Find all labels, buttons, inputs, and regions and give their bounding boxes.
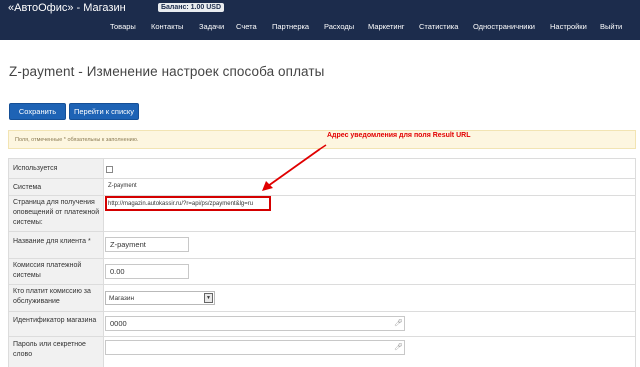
field-label: Название для клиента * xyxy=(8,232,104,258)
shop-id-input[interactable]: 0000 🎤︎ xyxy=(105,316,405,331)
main-nav: Товары Контакты Задачи Счета Партнерка Р… xyxy=(0,22,640,36)
nav-item-contacts[interactable]: Контакты xyxy=(151,22,183,31)
go-to-list-button[interactable]: Перейти к списку xyxy=(69,103,139,120)
notice-text: Поля, отмеченные * обязательны к заполне… xyxy=(15,137,139,143)
field-label: Идентификатор магазина xyxy=(8,312,104,336)
form-row-shop-id: Идентификатор магазина 0000 🎤︎ xyxy=(8,312,636,337)
nav-item-expenses[interactable]: Расходы xyxy=(324,22,354,31)
form-row-commission: Комиссия платежной системы 0.00 xyxy=(8,259,636,285)
secret-input[interactable]: 🎤︎ xyxy=(105,340,405,355)
nav-item-products[interactable]: Товары xyxy=(110,22,136,31)
url-highlight-box xyxy=(105,196,271,211)
nav-item-landing-pages[interactable]: Одностраничники xyxy=(473,22,535,31)
nav-item-tasks[interactable]: Задачи xyxy=(199,22,224,31)
save-button[interactable]: Сохранить xyxy=(9,103,66,120)
settings-form: Используется Система Z-payment Страница … xyxy=(8,158,636,367)
nav-item-statistics[interactable]: Статистика xyxy=(419,22,458,31)
form-row-system: Система Z-payment xyxy=(8,179,636,196)
annotation-label: Адрес уведомления для поля Result URL xyxy=(327,132,471,139)
nav-item-affiliate[interactable]: Партнерка xyxy=(272,22,309,31)
form-row-used: Используется xyxy=(8,159,636,179)
nav-item-settings[interactable]: Настройки xyxy=(550,22,587,31)
field-label: Система xyxy=(8,179,104,195)
commission-input[interactable]: 0.00 xyxy=(105,264,189,279)
commission-payer-select[interactable]: Магазин ▼ xyxy=(105,291,215,305)
top-navbar: «АвтоОфис» - Магазин Баланс: 1.00 USD То… xyxy=(0,0,640,40)
microphone-icon[interactable]: 🎤︎ xyxy=(394,319,403,328)
field-label: Используется xyxy=(8,159,104,178)
chevron-down-icon[interactable]: ▼ xyxy=(204,293,213,303)
required-fields-notice: Поля, отмеченные * обязательны к заполне… xyxy=(8,130,636,149)
nav-item-logout[interactable]: Выйти xyxy=(600,22,622,31)
nav-item-invoices[interactable]: Счета xyxy=(236,22,257,31)
balance-badge: Баланс: 1.00 USD xyxy=(158,3,225,12)
form-row-notify-url: Страница для получения оповещений от пла… xyxy=(8,196,636,232)
form-row-commission-payer: Кто платит комиссию за обслуживание Мага… xyxy=(8,285,636,312)
field-label: Пароль или секретное слово xyxy=(8,337,104,367)
page-title: Z-payment - Изменение настроек способа о… xyxy=(9,64,325,79)
nav-item-marketing[interactable]: Маркетинг xyxy=(368,22,404,31)
app-brand[interactable]: «АвтоОфис» - Магазин xyxy=(8,2,126,14)
client-name-input[interactable]: Z-payment xyxy=(105,237,189,252)
field-label: Страница для получения оповещений от пла… xyxy=(8,196,104,231)
system-value: Z-payment xyxy=(108,183,137,189)
shop-id-value: 0000 xyxy=(110,319,127,328)
field-label: Кто платит комиссию за обслуживание xyxy=(8,285,104,311)
form-row-client-name: Название для клиента * Z-payment xyxy=(8,232,636,259)
form-row-secret: Пароль или секретное слово 🎤︎ xyxy=(8,337,636,367)
field-label: Комиссия платежной системы xyxy=(8,259,104,284)
select-value: Магазин xyxy=(109,295,135,302)
microphone-icon[interactable]: 🎤︎ xyxy=(394,343,403,352)
used-checkbox[interactable] xyxy=(106,166,113,173)
